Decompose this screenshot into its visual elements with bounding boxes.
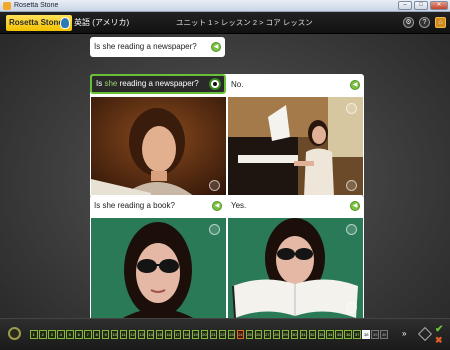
step-6[interactable]: 6 xyxy=(74,330,83,339)
step-28[interactable]: 28 xyxy=(272,330,281,339)
cross-icon: ✖ xyxy=(435,335,443,345)
step-34[interactable]: 34 xyxy=(326,330,335,339)
logo-mark-icon xyxy=(60,17,70,29)
logo-text: Rosetta Stone xyxy=(9,18,63,27)
step-22[interactable]: 22 xyxy=(218,330,227,339)
help-icon[interactable]: ? xyxy=(419,17,430,28)
maximize-button[interactable]: □ xyxy=(414,1,428,10)
step-5[interactable]: 5 xyxy=(65,330,74,339)
selection-indicator xyxy=(209,224,220,235)
screen-steps: 1 2 3 4 5 6 7 8 9 10 11 12 13 14 15 16 17 18 19 20 21 22 23 24 2… xyxy=(30,330,388,339)
panel-caption: Is she reading a book? ◀ xyxy=(90,197,226,215)
photo-illustration xyxy=(91,97,226,197)
close-button[interactable]: ✕ xyxy=(430,1,448,10)
speaker-icon[interactable]: ◀ xyxy=(350,80,360,90)
rosetta-stone-logo: Rosetta Stone xyxy=(6,15,72,31)
next-screen-button[interactable]: » xyxy=(402,329,412,339)
prompt-text: Is she reading a newspaper? xyxy=(94,42,197,51)
step-7[interactable]: 7 xyxy=(83,330,92,339)
step-10[interactable]: 10 xyxy=(110,330,119,339)
step-4[interactable]: 4 xyxy=(56,330,65,339)
step-40[interactable]: 40 xyxy=(380,330,388,339)
minimize-button[interactable]: – xyxy=(398,1,412,10)
step-18[interactable]: 18 xyxy=(182,330,191,339)
window-titlebar: Rosetta Stone – □ ✕ xyxy=(0,0,450,12)
caption-text: Is she reading a book? xyxy=(94,201,175,210)
search-icon[interactable] xyxy=(8,327,21,340)
step-21[interactable]: 21 xyxy=(209,330,218,339)
step-20[interactable]: 20 xyxy=(200,330,209,339)
step-3[interactable]: 3 xyxy=(47,330,56,339)
step-15[interactable]: 15 xyxy=(155,330,164,339)
step-30[interactable]: 30 xyxy=(290,330,299,339)
selection-indicator xyxy=(346,302,357,313)
app-icon xyxy=(3,2,11,10)
bottom-answer-panel: Is she reading a book? ◀ Yes. ◀ xyxy=(90,195,364,320)
diamond-icon[interactable] xyxy=(417,326,433,342)
spoken-answer-bar[interactable]: Is she reading a newspaper? xyxy=(90,74,226,94)
step-38[interactable]: 38 xyxy=(362,330,371,339)
photo-woman-sunglasses-portrait[interactable] xyxy=(91,218,226,319)
photo-woman-reading-newspaper[interactable] xyxy=(91,97,226,197)
step-37[interactable]: 37 xyxy=(353,330,362,339)
check-icon: ✔ xyxy=(435,324,444,335)
step-17[interactable]: 17 xyxy=(173,330,182,339)
caption-text: No. xyxy=(231,80,244,89)
selection-indicator xyxy=(346,180,357,191)
selection-indicator xyxy=(209,180,220,191)
photo-woman-playing-piano[interactable] xyxy=(228,97,363,197)
app-area: Rosetta Stone 英語 (アメリカ) ユニット 1 > レッスン 2 … xyxy=(0,12,450,350)
window-controls: – □ ✕ xyxy=(398,1,448,10)
step-14[interactable]: 14 xyxy=(146,330,155,339)
selection-indicator xyxy=(346,224,357,235)
prompt-bubble: Is she reading a newspaper? ◀ xyxy=(90,37,225,57)
step-23[interactable]: 23 xyxy=(227,330,236,339)
step-9[interactable]: 9 xyxy=(101,330,110,339)
window-title: Rosetta Stone xyxy=(14,2,59,9)
step-25[interactable]: 25 xyxy=(245,330,254,339)
panel-caption: Yes. ◀ xyxy=(227,197,364,215)
step-1[interactable]: 1 xyxy=(30,330,38,339)
step-27[interactable]: 27 xyxy=(263,330,272,339)
photo-illustration xyxy=(228,97,363,197)
step-16[interactable]: 16 xyxy=(164,330,173,339)
step-13[interactable]: 13 xyxy=(137,330,146,339)
answer-suffix: reading a newspaper? xyxy=(117,79,199,88)
step-29[interactable]: 29 xyxy=(281,330,290,339)
sound-settings-icon[interactable]: ⚙ xyxy=(403,17,414,28)
lesson-progress-bar: 1 2 3 4 5 6 7 8 9 10 11 12 13 14 15 16 17 18 19 20 21 22 23 24 2… xyxy=(0,318,450,350)
step-35[interactable]: 35 xyxy=(335,330,344,339)
step-11[interactable]: 11 xyxy=(119,330,128,339)
selection-indicator xyxy=(346,103,357,114)
step-36[interactable]: 36 xyxy=(344,330,353,339)
microphone-icon[interactable] xyxy=(209,78,221,90)
step-12[interactable]: 12 xyxy=(128,330,137,339)
panel-caption: No. ◀ xyxy=(227,76,364,94)
app-header: Rosetta Stone 英語 (アメリカ) ユニット 1 > レッスン 2 … xyxy=(0,12,450,34)
header-icons: ⚙ ? ⌂ xyxy=(403,17,446,28)
photo-woman-sunglasses-reading-book[interactable] xyxy=(228,218,363,319)
step-32[interactable]: 32 xyxy=(308,330,317,339)
step-24[interactable]: 24 xyxy=(236,330,245,339)
step-31[interactable]: 31 xyxy=(299,330,308,339)
speaker-icon[interactable]: ◀ xyxy=(212,201,222,211)
step-39[interactable]: 39 xyxy=(371,330,379,339)
course-language: 英語 (アメリカ) xyxy=(74,18,130,27)
step-26[interactable]: 26 xyxy=(254,330,263,339)
step-33[interactable]: 33 xyxy=(317,330,326,339)
photo-illustration xyxy=(91,218,226,319)
step-8[interactable]: 8 xyxy=(92,330,101,339)
breadcrumb: ユニット 1 > レッスン 2 > コア レッスン xyxy=(176,18,313,27)
photo-illustration xyxy=(228,218,363,319)
step-2[interactable]: 2 xyxy=(38,330,47,339)
speaker-icon[interactable]: ◀ xyxy=(350,201,360,211)
home-icon[interactable]: ⌂ xyxy=(435,17,446,28)
step-19[interactable]: 19 xyxy=(191,330,200,339)
speaker-icon[interactable]: ◀ xyxy=(211,42,221,52)
caption-text: Yes. xyxy=(231,201,247,210)
answer-highlight: she xyxy=(104,79,118,88)
